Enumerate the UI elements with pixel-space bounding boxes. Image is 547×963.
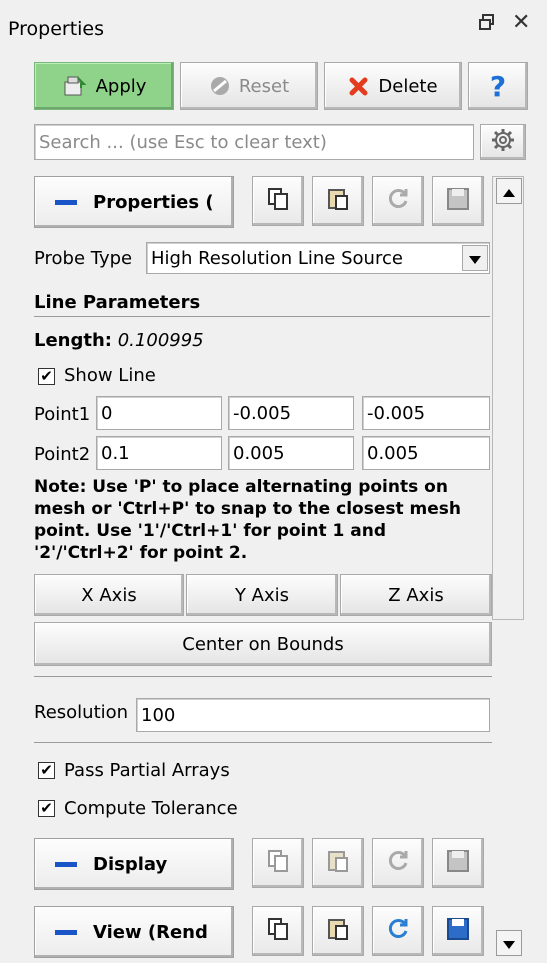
y-axis-button[interactable]: Y Axis	[186, 574, 338, 616]
copy-icon	[265, 186, 291, 217]
show-line-checkbox[interactable]: ✔	[38, 368, 55, 385]
copy-icon	[265, 916, 291, 947]
check-icon: ✔	[40, 367, 53, 385]
check-icon: ✔	[40, 799, 53, 817]
display-section-label: Display	[93, 853, 168, 875]
copy-icon	[265, 848, 291, 879]
divider	[34, 316, 490, 317]
help-icon: ?	[489, 69, 507, 103]
scroll-up-button[interactable]	[496, 178, 522, 204]
length-row: Length: 0.100995	[34, 330, 204, 351]
gear-icon	[490, 127, 516, 158]
divider	[34, 676, 492, 677]
delete-label: Delete	[378, 75, 438, 97]
display-section-button[interactable]: Display	[34, 838, 234, 890]
save-icon	[445, 186, 471, 217]
center-on-bounds-button[interactable]: Center on Bounds	[34, 622, 492, 666]
line-parameters-header: Line Parameters	[34, 292, 201, 313]
delete-icon	[348, 75, 370, 97]
pass-partial-arrays-label: Pass Partial Arrays	[64, 760, 230, 781]
copy-button[interactable]	[252, 906, 304, 956]
close-icon[interactable]: ✕	[512, 10, 530, 35]
scroll-down-button[interactable]	[496, 930, 522, 956]
view-section-button[interactable]: View (Rend	[34, 906, 234, 958]
x-axis-label: X Axis	[81, 584, 137, 606]
resolution-input[interactable]: 100	[136, 698, 490, 732]
help-button[interactable]: ?	[468, 62, 528, 110]
chevron-down-icon	[469, 248, 481, 269]
properties-section-button[interactable]: Properties (	[34, 176, 234, 228]
probe-type-dropdown[interactable]	[462, 245, 488, 271]
point2-y-input[interactable]: 0.005	[228, 436, 354, 470]
center-on-bounds-label: Center on Bounds	[182, 633, 344, 655]
point1-z-input[interactable]: -0.005	[362, 396, 490, 430]
probe-type-select[interactable]: High Resolution Line Source	[146, 242, 490, 274]
divider	[34, 742, 492, 743]
reset-icon	[209, 75, 231, 97]
paste-button[interactable]	[312, 176, 364, 226]
paste-button[interactable]	[312, 838, 364, 888]
point2-x-input[interactable]: 0.1	[96, 436, 222, 470]
compute-tolerance-checkbox[interactable]: ✔	[38, 800, 55, 817]
reload-icon	[385, 186, 411, 217]
collapse-icon	[55, 861, 77, 867]
reset-button[interactable]: Reset	[180, 62, 318, 110]
z-axis-button[interactable]: Z Axis	[340, 574, 492, 616]
point1-x-input[interactable]: 0	[96, 396, 222, 430]
copy-button[interactable]	[252, 176, 304, 226]
copy-button[interactable]	[252, 838, 304, 888]
view-section-label: View (Rend	[93, 921, 208, 943]
save-button[interactable]	[432, 176, 484, 226]
save-icon	[445, 916, 471, 947]
length-value: 0.100995	[117, 330, 204, 351]
show-line-label: Show Line	[64, 365, 156, 386]
paste-icon	[325, 848, 351, 879]
x-axis-button[interactable]: X Axis	[34, 574, 184, 616]
apply-label: Apply	[95, 75, 147, 97]
search-input[interactable]: Search ... (use Esc to clear text)	[34, 124, 474, 160]
point1-label: Point1	[34, 404, 91, 425]
y-axis-label: Y Axis	[234, 584, 290, 606]
paste-icon	[325, 916, 351, 947]
reload-button[interactable]	[372, 906, 424, 956]
reload-icon	[385, 916, 411, 947]
point1-y-input[interactable]: -0.005	[228, 396, 354, 430]
float-window-icon[interactable]	[478, 12, 496, 37]
point2-z-input[interactable]: 0.005	[362, 436, 490, 470]
scrollbar-track[interactable]	[492, 176, 524, 620]
apply-icon	[62, 74, 88, 98]
point2-label: Point2	[34, 444, 91, 465]
length-label: Length:	[34, 330, 112, 351]
check-icon: ✔	[40, 761, 53, 779]
pass-partial-arrays-checkbox[interactable]: ✔	[38, 762, 55, 779]
chevron-up-icon	[503, 181, 515, 202]
note-text: Note: Use 'P' to place alternating point…	[34, 477, 461, 563]
save-button[interactable]	[432, 838, 484, 888]
properties-section-label: Properties (	[93, 191, 214, 213]
z-axis-label: Z Axis	[388, 584, 444, 606]
delete-button[interactable]: Delete	[324, 62, 462, 110]
compute-tolerance-label: Compute Tolerance	[64, 798, 238, 819]
resolution-label: Resolution	[34, 702, 129, 723]
reload-button[interactable]	[372, 176, 424, 226]
reload-button[interactable]	[372, 838, 424, 888]
save-icon	[445, 848, 471, 879]
apply-button[interactable]: Apply	[34, 62, 174, 110]
settings-button[interactable]	[480, 124, 526, 160]
reset-label: Reset	[238, 75, 290, 97]
save-button[interactable]	[432, 906, 484, 956]
paste-icon	[325, 186, 351, 217]
paste-button[interactable]	[312, 906, 364, 956]
collapse-icon	[55, 199, 77, 205]
reload-icon	[385, 848, 411, 879]
probe-type-label: Probe Type	[34, 248, 133, 269]
collapse-icon	[55, 929, 77, 935]
panel-title: Properties	[8, 18, 105, 40]
chevron-down-icon	[503, 933, 515, 954]
